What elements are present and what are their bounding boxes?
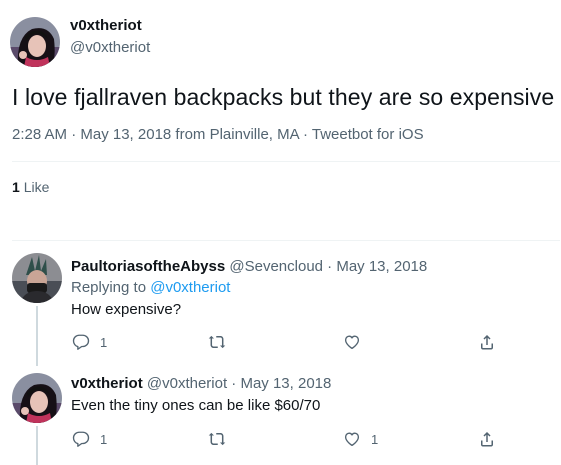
avatar[interactable] (12, 253, 62, 303)
thread-line (36, 306, 38, 366)
author-name[interactable]: v0xtheriot (70, 17, 142, 34)
author-handle[interactable]: @v0xtheriot (70, 39, 150, 56)
share-button[interactable] (478, 333, 496, 351)
retweet-icon (208, 432, 226, 446)
share-icon (481, 334, 493, 350)
retweet-button[interactable] (208, 430, 236, 448)
avatar[interactable] (12, 373, 62, 423)
tweet-text: I love fjallraven backpacks but they are… (12, 84, 555, 110)
avatar[interactable] (10, 17, 60, 67)
replying-to: Replying to @v0xtheriot (71, 279, 230, 296)
divider (12, 161, 560, 162)
share-icon (481, 431, 493, 447)
reply-author-name[interactable]: PaultoriasoftheAbyss (71, 258, 225, 275)
like-count: 1 (371, 431, 379, 447)
reply-header: PaultoriasoftheAbyss @Sevencloud · May 1… (71, 258, 427, 275)
share-button[interactable] (478, 430, 496, 448)
like-button[interactable] (343, 333, 371, 351)
reply-header: v0xtheriot @v0xtheriot · May 13, 2018 (71, 375, 331, 392)
reply-handle-date[interactable]: @v0xtheriot · May 13, 2018 (147, 375, 331, 392)
retweet-icon (208, 335, 226, 349)
retweet-button[interactable] (208, 333, 236, 351)
reply-text: How expensive? (71, 301, 182, 318)
reply-button[interactable]: 1 (72, 333, 107, 351)
reply-icon (72, 334, 90, 350)
reply-count: 1 (100, 431, 108, 447)
reply-count: 1 (100, 334, 108, 350)
replying-prefix: Replying to (71, 279, 151, 296)
reply-icon (72, 431, 90, 447)
like-icon (344, 432, 360, 447)
like-count: 1 (12, 179, 20, 195)
replying-handle-link[interactable]: @v0xtheriot (150, 279, 230, 296)
like-icon (344, 335, 360, 350)
reply-text: Even the tiny ones can be like $60/70 (71, 397, 321, 414)
tweet-meta: 2:28 AM · May 13, 2018 from Plainville, … (12, 126, 424, 143)
thread-line (36, 426, 38, 465)
divider (12, 240, 560, 241)
reply-author-name[interactable]: v0xtheriot (71, 375, 143, 392)
like-label: Like (23, 179, 50, 195)
like-stats[interactable]: 1 Like (12, 179, 49, 195)
reply-button[interactable]: 1 (72, 430, 107, 448)
reply-handle-date[interactable]: @Sevencloud · May 13, 2018 (229, 258, 427, 275)
like-button[interactable]: 1 (343, 430, 378, 448)
